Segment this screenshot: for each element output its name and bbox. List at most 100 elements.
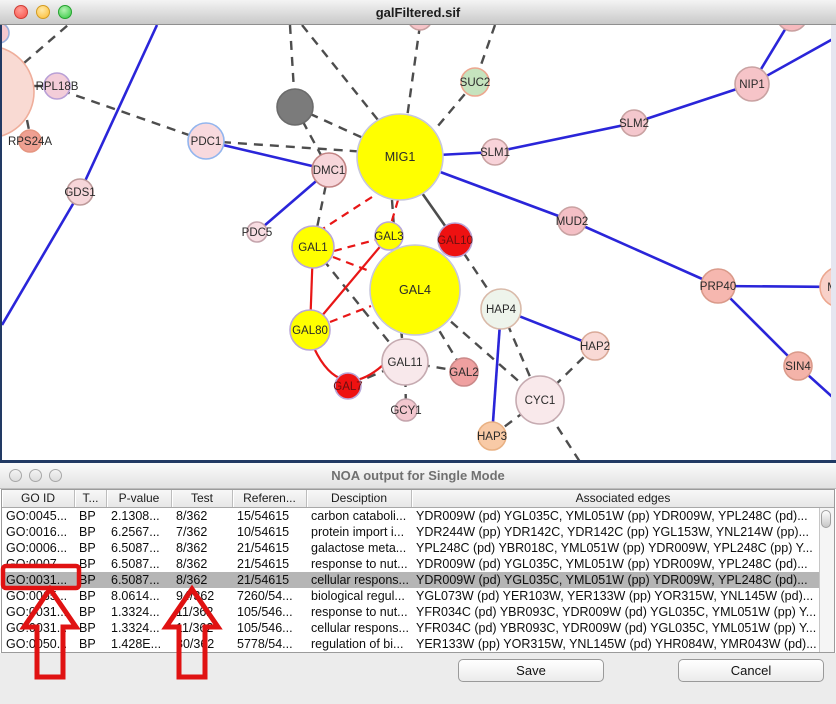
node-label-SIN4: SIN4 <box>785 361 811 373</box>
edge-red_dash[interactable] <box>321 197 372 230</box>
cell-description: galactose meta... <box>307 540 412 556</box>
edge-pp[interactable] <box>206 141 329 170</box>
main-window-title: galFiltered.sif <box>0 0 836 25</box>
cancel-button[interactable]: Cancel <box>678 659 824 682</box>
node-corner-tl[interactable] <box>2 25 9 43</box>
screen: galFiltered.sif RPL18BRPS24AGDS1PDC1DMC1… <box>0 0 836 704</box>
column-header-desciption[interactable]: Desciption <box>307 490 412 507</box>
node-label-GCY1: GCY1 <box>390 405 421 417</box>
node-label-GAL80: GAL80 <box>292 325 328 337</box>
edge-pd[interactable] <box>24 25 68 63</box>
node-label-SLM2: SLM2 <box>619 118 649 130</box>
cell-description: protein import i... <box>307 524 412 540</box>
cell-p-value: 6.2567... <box>107 524 172 540</box>
cell-test: 8/362 <box>172 572 233 588</box>
table-row[interactable]: GO:0050...BP1.428E...80/3625778/54...reg… <box>2 636 834 652</box>
column-header-referen[interactable]: Referen... <box>233 490 307 507</box>
save-button[interactable]: Save <box>458 659 604 682</box>
column-header-test[interactable]: Test <box>172 490 233 507</box>
node-gray-node[interactable] <box>277 89 313 125</box>
cell-p-value: 1.428E... <box>107 636 172 652</box>
cell-go-id: GO:0016... <box>2 524 75 540</box>
edge-red_dash[interactable] <box>330 306 371 322</box>
node-label-SUC2: SUC2 <box>460 77 491 89</box>
cell-type: BP <box>75 524 107 540</box>
node-topcut-right[interactable] <box>777 25 807 31</box>
node-label-HAP3: HAP3 <box>477 431 507 443</box>
table-row[interactable]: GO:0031...BP1.3324...11/362105/546...cel… <box>2 620 834 636</box>
node-label-GAL2: GAL2 <box>449 367 478 379</box>
canvas-scroll-gutter <box>831 25 836 460</box>
node-label-PRP40: PRP40 <box>700 281 736 293</box>
edge-pd[interactable] <box>302 25 390 135</box>
cell-type: BP <box>75 508 107 524</box>
edge-pp[interactable] <box>2 192 80 325</box>
edge-pp[interactable] <box>80 25 157 192</box>
edge-pp[interactable] <box>495 123 634 152</box>
cell-go-id: GO:0065... <box>2 588 75 604</box>
cell-associated-edges: YFR034C (pd) YBR093C, YDR009W (pd) YGL03… <box>412 604 834 620</box>
cell-reference: 10/54615 <box>233 524 307 540</box>
cell-test: 8/362 <box>172 508 233 524</box>
cell-p-value: 8.0614... <box>107 588 172 604</box>
noa-window-titlebar: NOA output for Single Mode <box>0 463 836 489</box>
cell-test: 94/362 <box>172 588 233 604</box>
scrollbar-thumb[interactable] <box>821 510 831 528</box>
node-label-GDS1: GDS1 <box>64 187 95 199</box>
column-header-go-id[interactable]: GO ID <box>2 490 75 507</box>
cell-type: BP <box>75 604 107 620</box>
node-label-GAL7: GAL7 <box>333 381 362 393</box>
cell-description: cellular respons... <box>307 620 412 636</box>
node-topcut-mid[interactable] <box>408 25 432 30</box>
cell-test: 80/362 <box>172 636 233 652</box>
cell-go-id: GO:0045... <box>2 508 75 524</box>
node-label-CYC1: CYC1 <box>525 395 556 407</box>
edge-pd[interactable] <box>406 25 420 125</box>
cell-description: carbon cataboli... <box>307 508 412 524</box>
table-row[interactable]: GO:0045...BP2.1308...8/36215/54615carbon… <box>2 508 834 524</box>
column-header-p-value[interactable]: P-value <box>107 490 172 507</box>
table-row[interactable]: GO:0007...BP6.5087...8/36221/54615respon… <box>2 556 834 572</box>
cell-go-id: GO:0006... <box>2 540 75 556</box>
edge-pp[interactable] <box>572 221 718 286</box>
cell-associated-edges: YDR009W (pd) YGL035C, YML051W (pp) YDR00… <box>412 572 834 588</box>
cell-associated-edges: YDR244W (pp) YDR142C, YDR142C (pp) YGL15… <box>412 524 834 540</box>
cell-associated-edges: YDR009W (pd) YGL035C, YML051W (pp) YDR00… <box>412 508 834 524</box>
edge-pp[interactable] <box>634 84 752 123</box>
cell-type: BP <box>75 588 107 604</box>
table-row[interactable]: GO:0006...BP6.5087...8/36221/54615galact… <box>2 540 834 556</box>
table-header-row: GO IDT...P-valueTestReferen...Desciption… <box>2 490 834 508</box>
cell-reference: 21/54615 <box>233 572 307 588</box>
cell-p-value: 1.3324... <box>107 604 172 620</box>
cell-p-value: 1.3324... <box>107 620 172 636</box>
table-row[interactable]: GO:0065...BP8.0614...94/3627260/54...bio… <box>2 588 834 604</box>
cell-go-id: GO:0031... <box>2 604 75 620</box>
cell-reference: 15/54615 <box>233 508 307 524</box>
network-graph[interactable]: RPL18BRPS24AGDS1PDC1DMC1MIG1PDC5SUC2SLM1… <box>2 25 836 460</box>
node-label-GAL4: GAL4 <box>399 283 431 297</box>
node-label-GAL1: GAL1 <box>298 242 327 254</box>
cell-test: 11/362 <box>172 604 233 620</box>
table-row[interactable]: GO:0031...BP1.3324...11/362105/546...res… <box>2 604 834 620</box>
column-header-associated-edges[interactable]: Associated edges <box>412 490 834 507</box>
cell-reference: 21/54615 <box>233 540 307 556</box>
table-scrollbar[interactable] <box>819 508 834 652</box>
cell-description: biological regul... <box>307 588 412 604</box>
table-row[interactable]: GO:0016...BP6.2567...7/36210/54615protei… <box>2 524 834 540</box>
node-label-MIG1: MIG1 <box>385 150 416 164</box>
node-label-HAP4: HAP4 <box>486 304 517 316</box>
cell-associated-edges: YFR034C (pd) YBR093C, YDR009W (pd) YGL03… <box>412 620 834 636</box>
cell-type: BP <box>75 572 107 588</box>
table-row[interactable]: GO:0031...BP6.5087...8/36221/54615cellul… <box>2 572 834 588</box>
cell-associated-edges: YDR009W (pd) YGL035C, YML051W (pp) YDR00… <box>412 556 834 572</box>
node-label-RPL18B: RPL18B <box>36 81 79 93</box>
node-label-DMC1: DMC1 <box>313 165 346 177</box>
cell-type: BP <box>75 636 107 652</box>
cell-go-id: GO:0031... <box>2 620 75 636</box>
column-header-t[interactable]: T... <box>75 490 107 507</box>
network-canvas[interactable]: RPL18BRPS24AGDS1PDC1DMC1MIG1PDC5SUC2SLM1… <box>0 25 836 460</box>
cell-reference: 105/546... <box>233 620 307 636</box>
node-label-GAL3: GAL3 <box>374 231 403 243</box>
cell-type: BP <box>75 540 107 556</box>
edge-red_dash[interactable] <box>334 240 375 251</box>
